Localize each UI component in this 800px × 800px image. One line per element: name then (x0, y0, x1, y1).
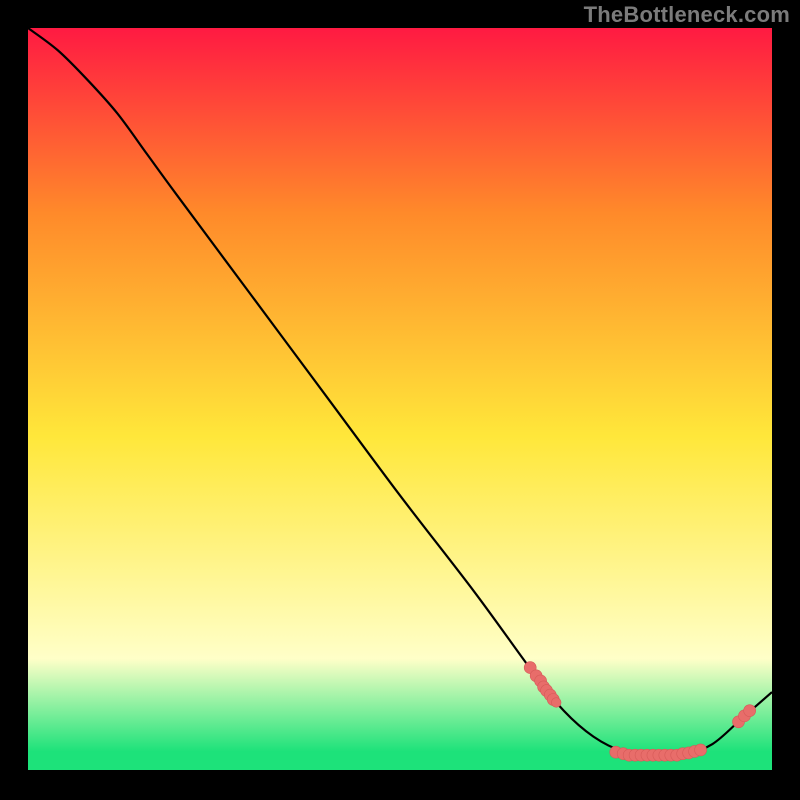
data-point (744, 705, 756, 717)
chart-stage: { "watermark": "TheBottleneck.com", "col… (0, 0, 800, 800)
data-point (695, 744, 707, 756)
watermark-text: TheBottleneck.com (584, 2, 790, 28)
chart-svg (0, 0, 800, 800)
plot-background (28, 28, 772, 770)
data-point (551, 698, 561, 708)
